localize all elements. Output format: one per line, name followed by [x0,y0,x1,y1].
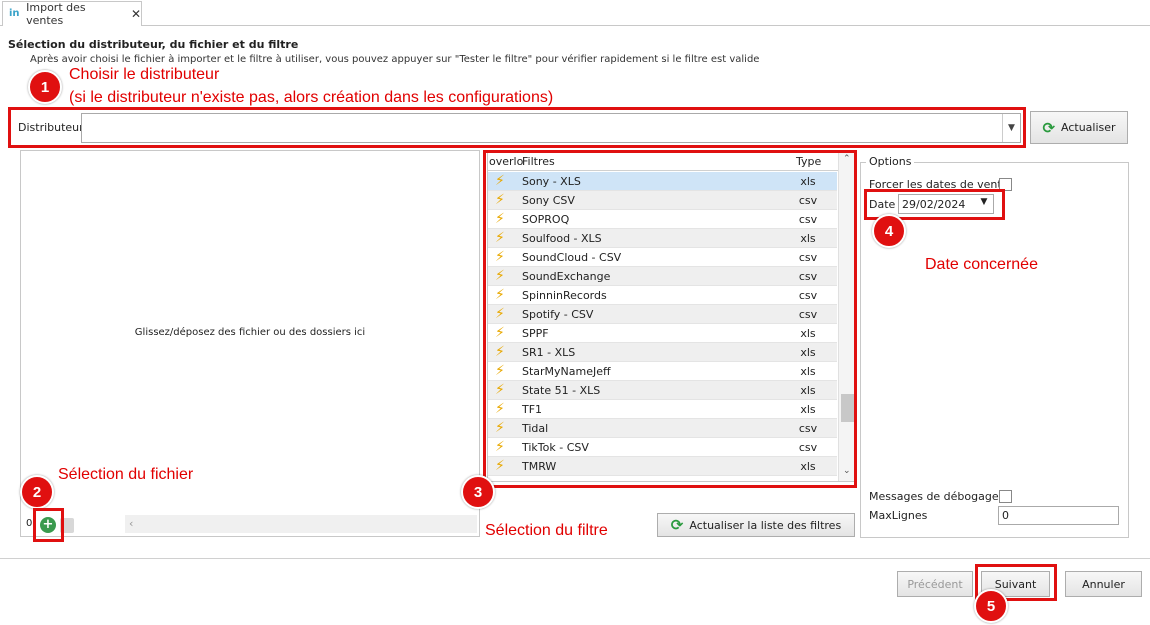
horizontal-scrollbar[interactable]: ‹ [125,515,477,533]
annotation-file-text: Sélection du fichier [58,466,194,483]
annotation-badge-1: 1 [28,70,62,104]
annotation-date-text: Date concernée [925,256,1038,273]
footer-separator [0,558,1150,559]
refresh-distributor-label: Actualiser [1061,121,1116,134]
refresh-filters-button[interactable]: ⟳ Actualiser la liste des filtres [657,513,855,537]
section-description: Après avoir choisi le fichier à importer… [30,54,760,65]
annotation-distributor-text: Choisir le distributeur [69,66,220,83]
annotation-badge-4: 4 [872,214,906,248]
section-title: Sélection du distributeur, du fichier et… [8,38,299,51]
file-count: 0 [26,518,33,529]
tab-bar: in Import des ventes ✕ [0,0,1150,27]
refresh-distributor-button[interactable]: ⟳ Actualiser [1030,111,1128,144]
previous-button[interactable]: Précédent [897,571,973,597]
annotation-distributor-subtext: (si le distributeur n'existe pas, alors … [69,89,554,106]
tab-label: Import des ventes [26,1,86,27]
tab-import-des-ventes[interactable]: in Import des ventes ✕ [2,1,142,27]
maxlines-label: MaxLignes [869,509,928,522]
annotation-box-filters [483,150,857,488]
dropzone-text: Glissez/déposez des fichier ou des dossi… [134,327,366,338]
cancel-button[interactable]: Annuler [1065,571,1142,597]
refresh-filters-label: Actualiser la liste des filtres [689,518,842,532]
app-icon: in [9,8,20,19]
chevron-down-icon[interactable]: ▼ [1002,114,1020,142]
distributor-select[interactable]: ▼ [81,113,1021,143]
annotation-badge-2: 2 [20,475,54,509]
maxlines-input[interactable]: 0 [998,506,1119,525]
close-icon[interactable]: ✕ [131,7,141,21]
chevron-left-icon[interactable]: ‹ [129,517,133,530]
annotation-badge-3: 3 [461,475,495,509]
annotation-badge-5: 5 [974,589,1008,623]
distributor-label: Distributeur [18,121,84,134]
annotation-box-add-file [33,508,64,542]
refresh-icon: ⟳ [1042,118,1056,137]
debug-messages-label: Messages de débogage [869,490,999,503]
options-legend: Options [866,155,915,168]
refresh-icon: ⟳ [670,516,684,534]
debug-messages-checkbox[interactable] [999,490,1012,503]
annotation-filter-text: Sélection du filtre [485,522,608,539]
